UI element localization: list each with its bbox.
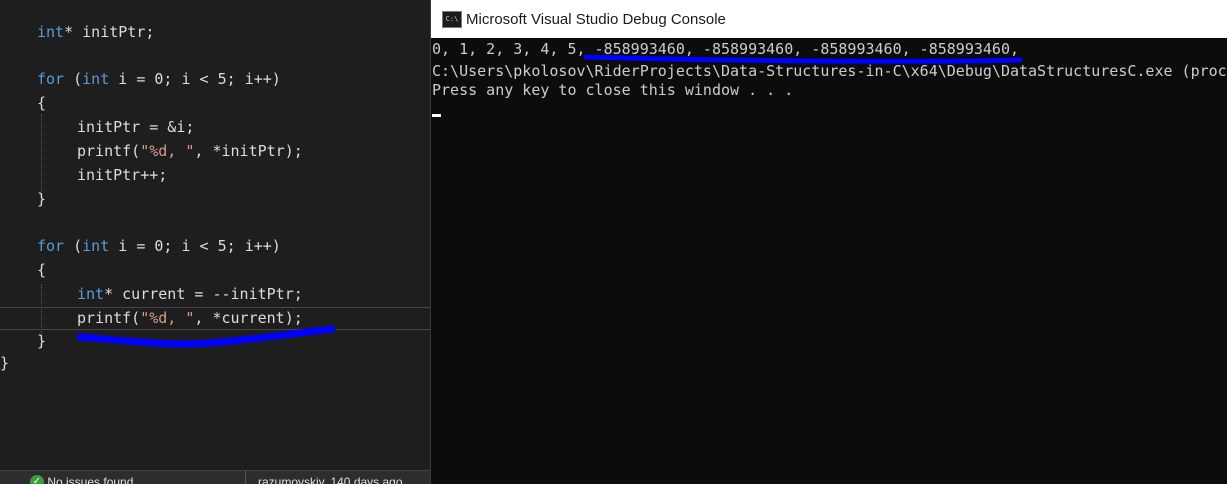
string-literal: "%d, " [140, 142, 195, 160]
code-line-5[interactable]: printf("%d, ", *initPtr); [77, 140, 303, 162]
string-literal: "%d, " [140, 309, 195, 327]
code-text: ( [64, 237, 83, 255]
keyword: int [82, 237, 110, 255]
status-bar: ✓ No issues found razumovskiy, 140 days … [0, 470, 430, 484]
debug-console-window[interactable]: C:\ Microsoft Visual Studio Debug Consol… [430, 0, 1227, 484]
code-text: * current = --initPtr; [104, 285, 303, 303]
code-line-8[interactable]: for (int i = 0; i < 5; i++) [37, 235, 281, 257]
code-text: , *current); [194, 309, 303, 327]
code-text: printf( [77, 309, 141, 327]
code-line-9[interactable]: { [37, 259, 46, 281]
keyword: for [37, 237, 65, 255]
console-output-line-1: 0, 1, 2, 3, 4, 5, -858993460, -858993460… [432, 40, 1019, 58]
console-cursor [432, 114, 441, 117]
code-line-11[interactable]: printf("%d, ", *current); [77, 307, 303, 329]
keyword: int [77, 285, 105, 303]
code-line-12[interactable]: } [37, 330, 46, 352]
issues-indicator[interactable]: ✓ No issues found [30, 471, 133, 484]
git-blame-indicator[interactable]: razumovskiy, 140 days ago [245, 471, 403, 484]
keyword: int [82, 70, 110, 88]
code-text: * initPtr; [64, 23, 155, 41]
code-line-4[interactable]: initPtr = &i; [77, 116, 194, 138]
code-line-2[interactable]: for (int i = 0; i < 5; i++) [37, 68, 281, 90]
git-blame-label: razumovskiy, 140 days ago [258, 475, 403, 484]
check-circle-icon: ✓ [30, 475, 44, 484]
code-line-1[interactable]: int* initPtr; [37, 21, 154, 43]
keyword: int [37, 23, 65, 41]
code-text: i = 0; i < 5; i++) [109, 237, 281, 255]
code-text: , *initPtr); [194, 142, 303, 160]
console-output-line-3: Press any key to close this window . . . [432, 81, 794, 99]
code-text: i = 0; i < 5; i++) [109, 70, 281, 88]
issues-label: No issues found [47, 475, 134, 484]
indent-guide [41, 114, 42, 198]
code-text: ( [64, 70, 83, 88]
code-line-13[interactable]: } [0, 352, 9, 374]
code-line-3[interactable]: { [37, 92, 46, 114]
code-text: printf( [77, 142, 141, 160]
code-line-7[interactable]: } [37, 188, 46, 210]
code-line-10[interactable]: int* current = --initPtr; [77, 283, 303, 305]
keyword: for [37, 70, 65, 88]
code-line-6[interactable]: initPtr++; [77, 164, 167, 186]
code-editor[interactable]: int* initPtr; for (int i = 0; i < 5; i++… [0, 0, 430, 484]
